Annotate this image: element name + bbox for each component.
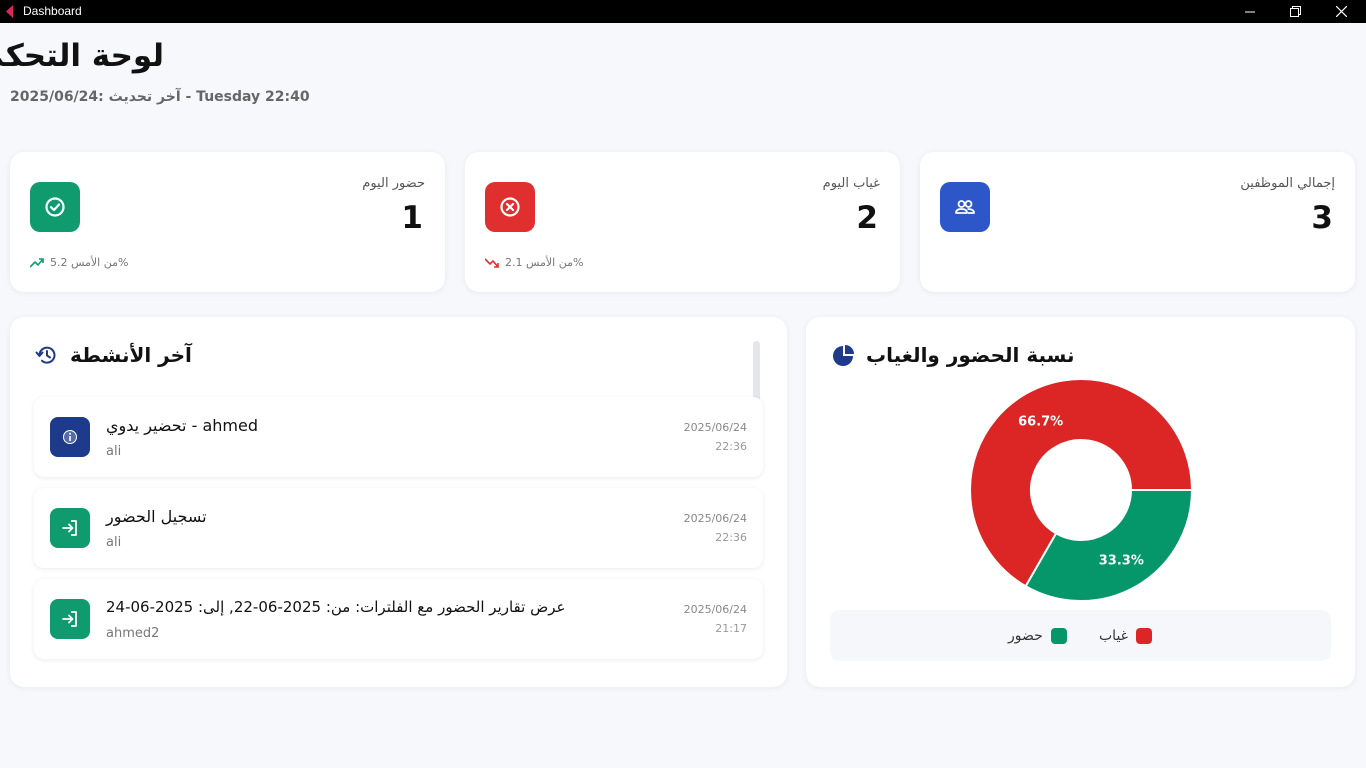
legend-swatch-absence	[1136, 628, 1152, 644]
login-icon	[50, 599, 90, 639]
activity-item-user: ahmed2	[106, 626, 160, 641]
activity-item-date: 2025/06/24	[683, 603, 747, 616]
history-icon	[35, 346, 56, 364]
legend-label: غياب	[1099, 628, 1128, 644]
activity-item-user: ali	[106, 444, 122, 459]
users-icon	[940, 182, 990, 232]
activity-item-time: 22:36	[715, 440, 747, 453]
trend-up-icon	[30, 257, 44, 268]
activity-item-time: 21:17	[715, 622, 747, 635]
check-circle-icon	[30, 182, 80, 232]
activity-item-title: تحضير يدوي - ahmed	[106, 416, 258, 435]
trend-down-icon	[485, 257, 499, 268]
stat-card-attendance: حضور اليوم 1 من الأمس 5.2%	[10, 152, 445, 292]
activity-item-user: ali	[106, 535, 122, 550]
legend-item-attendance[interactable]: حضور	[1008, 628, 1067, 644]
activity-item-date: 2025/06/24	[683, 421, 747, 434]
x-circle-icon	[485, 182, 535, 232]
activity-item-time: 22:36	[715, 531, 747, 544]
stat-value: 1	[401, 200, 423, 236]
minimize-button[interactable]	[1227, 0, 1273, 23]
restore-icon	[1289, 6, 1301, 17]
close-button[interactable]	[1318, 0, 1364, 23]
activity-item[interactable]: تسجيل الحضور ali 2025/06/24 22:36	[34, 488, 763, 568]
close-icon	[1335, 6, 1347, 17]
info-icon	[50, 417, 90, 457]
app-logo-icon	[6, 5, 13, 18]
minimize-icon	[1245, 11, 1255, 12]
maximize-button[interactable]	[1272, 0, 1318, 23]
legend-swatch-attendance	[1050, 628, 1067, 644]
attendance-donut-chart: 66.7% 33.3%	[969, 378, 1194, 602]
pie-data-label-1: 33.3%	[1099, 554, 1144, 569]
stat-value: 3	[1311, 200, 1333, 236]
stat-trend-text: من الأمس 2.1%	[505, 256, 584, 269]
activity-item-date: 2025/06/24	[683, 512, 747, 525]
activity-item[interactable]: عرض تقارير الحضور مع الفلترات: من: 2025-…	[34, 579, 763, 659]
stat-card-total-employees: إجمالي الموظفين 3	[920, 152, 1355, 292]
recent-activity-panel: آخر الأنشطة تحضير يدوي - ahmed ali 2025/…	[10, 317, 787, 687]
activity-item-title: تسجيل الحضور	[106, 507, 207, 526]
window-title: Dashboard	[23, 4, 82, 18]
activity-item-title: عرض تقارير الحضور مع الفلترات: من: 2025-…	[106, 598, 566, 616]
activity-item[interactable]: تحضير يدوي - ahmed ali 2025/06/24 22:36	[34, 397, 763, 477]
stat-label: حضور اليوم	[362, 176, 425, 191]
attendance-ratio-panel: نسبة الحضور والغياب 66.7% 33.3% غياب حضور	[806, 317, 1355, 687]
stat-trend: من الأمس 2.1%	[485, 256, 583, 269]
pie-data-label-0: 66.7%	[1018, 414, 1063, 429]
stat-card-absence: غياب اليوم 2 من الأمس 2.1%	[465, 152, 900, 292]
window-titlebar: Dashboard	[0, 0, 1366, 23]
activity-title: آخر الأنشطة	[70, 343, 192, 367]
stat-value: 2	[856, 200, 878, 236]
last-updated-text: 2025/06/24: آخر تحديث - Tuesday 22:40	[10, 89, 310, 105]
stat-label: غياب اليوم	[822, 176, 880, 191]
chart-legend: غياب حضور	[830, 610, 1331, 661]
pie-slice-1[interactable]	[1024, 489, 1194, 602]
stat-trend: من الأمس 5.2%	[30, 256, 128, 269]
stat-trend-text: من الأمس 5.2%	[50, 256, 129, 269]
page-title: لوحة التحكم	[0, 38, 164, 74]
login-icon	[50, 508, 90, 548]
stat-label: إجمالي الموظفين	[1240, 176, 1335, 191]
legend-label: حضور	[1008, 628, 1043, 644]
legend-item-absence[interactable]: غياب	[1099, 628, 1152, 644]
